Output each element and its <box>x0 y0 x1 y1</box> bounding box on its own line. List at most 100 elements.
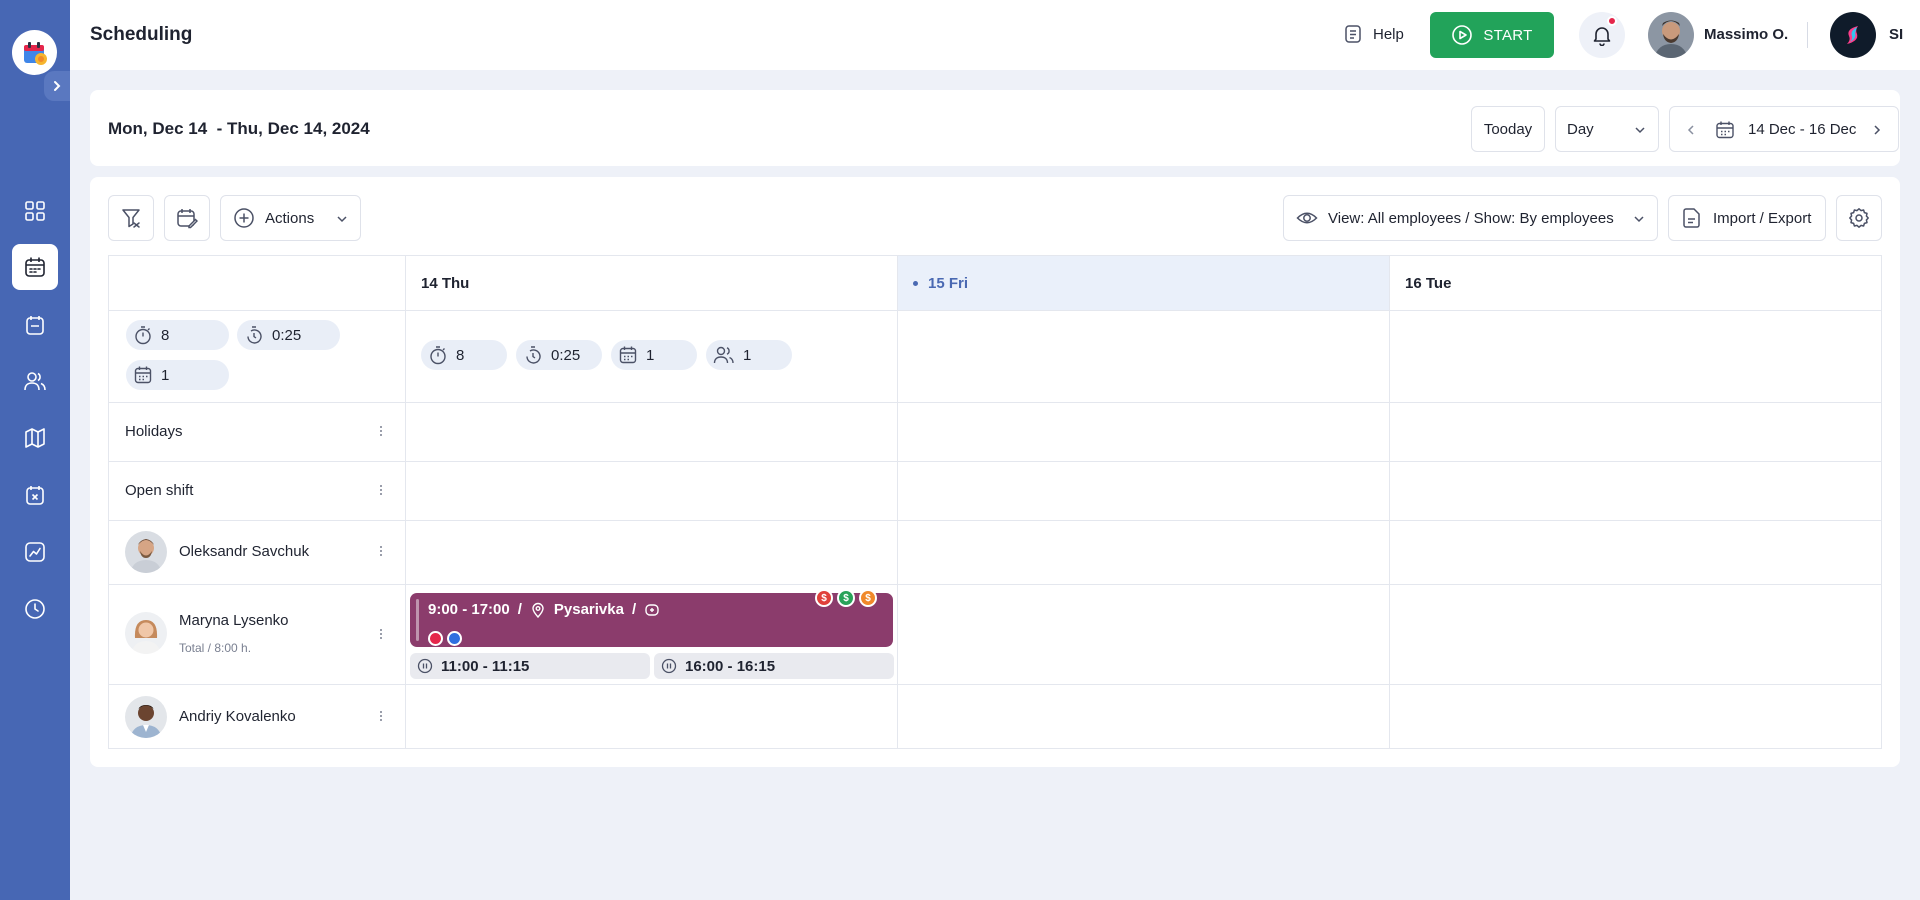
day-hours: 8 <box>456 346 465 364</box>
day-header-15[interactable]: 15 Fri <box>898 256 1389 310</box>
clipboard-icon <box>26 316 44 335</box>
company-initials[interactable]: SI <box>1889 26 1903 43</box>
day-employees-pill: 1 <box>706 340 792 370</box>
open-shift-more-icon[interactable] <box>379 483 383 497</box>
holidays-more-icon[interactable] <box>379 424 383 438</box>
pay-icon-green: $ <box>837 589 855 607</box>
today-button[interactable]: Tooday <box>1471 106 1545 152</box>
schedule-grid: 14 Thu 15 Fri 16 Tue 8 0:25 1 8 0:25 1 1… <box>108 255 1882 749</box>
actions-label: Actions <box>265 209 315 227</box>
employee-name[interactable]: Andriy Kovalenko <box>179 708 296 725</box>
day-shifts: 1 <box>646 346 655 364</box>
employee-name[interactable]: Maryna Lysenko <box>179 612 289 629</box>
open-shift-row-label: Open shift <box>125 482 194 499</box>
chevron-down-icon <box>337 216 347 223</box>
help-label: Help <box>1373 25 1404 43</box>
chevron-down-icon <box>1635 127 1645 134</box>
filter-button[interactable] <box>108 195 154 241</box>
shift-separator: / <box>631 601 637 618</box>
sidebar-expand-button[interactable] <box>44 71 70 101</box>
day-label: 16 Tue <box>1405 274 1452 292</box>
pause-circle-icon <box>417 658 433 674</box>
employee-more-icon[interactable] <box>379 709 383 723</box>
help-link[interactable]: Help <box>1343 24 1404 44</box>
total-shifts-pill: 1 <box>126 360 229 390</box>
actions-dropdown[interactable]: Actions <box>220 195 361 241</box>
sidebar-item-dashboard[interactable] <box>12 188 58 234</box>
sidebar-item-absences[interactable] <box>12 472 58 518</box>
edit-schedule-button[interactable] <box>164 195 210 241</box>
employee-photo-icon <box>125 531 167 573</box>
shift-summary: 9:00 - 17:00 / Pysarivka / <box>428 601 660 618</box>
day-employees: 1 <box>743 346 752 364</box>
pay-icon-red: $ <box>815 589 833 607</box>
calendar-icon <box>134 366 152 384</box>
app-logo[interactable] <box>12 30 57 75</box>
employee-photo-icon <box>125 696 167 738</box>
shift-block[interactable]: 9:00 - 17:00 / Pysarivka / $ $ $ <box>410 589 893 647</box>
chevron-left-icon[interactable] <box>1686 124 1696 136</box>
total-hours: 8 <box>161 326 170 344</box>
employee-name[interactable]: Oleksandr Savchuk <box>179 543 309 560</box>
day-hours-pill: 8 <box>421 340 507 370</box>
employee-photo-icon <box>125 612 167 654</box>
calendar-edit-icon <box>177 209 198 229</box>
employee-more-icon[interactable] <box>379 544 383 558</box>
sidebar-item-employees[interactable] <box>12 358 58 404</box>
employee-more-icon[interactable] <box>379 627 383 641</box>
date-range-label: Mon, Dec 14 - Thu, Dec 14, 2024 <box>108 119 370 138</box>
stopwatch-icon <box>430 346 446 365</box>
sidebar-item-scheduling[interactable] <box>12 244 58 290</box>
user-name[interactable]: Massimo O. <box>1704 26 1788 43</box>
sidebar <box>0 0 70 900</box>
day-label: 15 Fri <box>928 274 969 292</box>
avatar[interactable] <box>125 696 167 738</box>
sidebar-item-locations[interactable] <box>12 415 58 461</box>
period-navigator: 14 Dec - 16 Dec <box>1669 106 1899 152</box>
chevron-right-icon[interactable] <box>1872 124 1882 136</box>
calendar-icon <box>1716 121 1734 139</box>
shift-separator: / <box>517 601 522 618</box>
import-export-button[interactable]: Import / Export <box>1668 195 1826 241</box>
calendar-x-icon <box>26 486 44 505</box>
notifications-button[interactable] <box>1579 12 1625 58</box>
view-filter-dropdown[interactable]: View: All employees / Show: By employees <box>1283 195 1658 241</box>
start-button[interactable]: START <box>1430 12 1554 58</box>
shift-time: 9:00 - 17:00 <box>428 601 510 618</box>
sidebar-item-reports[interactable] <box>12 529 58 575</box>
total-shifts: 1 <box>161 366 170 384</box>
break-timer-icon <box>526 346 541 364</box>
break-block[interactable]: 11:00 - 11:15 <box>410 653 650 679</box>
day-breaks-pill: 0:25 <box>516 340 602 370</box>
company-logo[interactable] <box>1830 12 1876 58</box>
pause-circle-icon <box>661 658 677 674</box>
break-block[interactable]: 16:00 - 16:15 <box>654 653 894 679</box>
period-label[interactable]: 14 Dec - 16 Dec <box>1748 121 1856 138</box>
import-export-label: Import / Export <box>1713 209 1812 227</box>
break-timer-icon <box>247 326 262 344</box>
shift-location: Pysarivka <box>553 601 624 618</box>
sidebar-item-time-tracking[interactable] <box>12 586 58 632</box>
header-divider <box>1807 22 1808 48</box>
users-icon <box>713 346 734 364</box>
day-header-14[interactable]: 14 Thu <box>406 256 897 310</box>
view-mode-select[interactable]: Day <box>1555 106 1659 152</box>
chevron-down-icon <box>1634 216 1644 223</box>
pay-icon-orange: $ <box>859 589 877 607</box>
day-header-16[interactable]: 16 Tue <box>1390 256 1882 310</box>
bell-icon <box>1593 27 1611 46</box>
settings-button[interactable] <box>1836 195 1882 241</box>
sidebar-item-tasks[interactable] <box>12 302 58 348</box>
clock-icon <box>25 599 45 619</box>
tag-dot-red <box>428 631 443 646</box>
page-title: Scheduling <box>90 24 193 45</box>
avatar[interactable] <box>125 531 167 573</box>
location-pin-icon <box>532 602 544 618</box>
total-breaks-pill: 0:25 <box>237 320 340 350</box>
file-icon <box>1683 208 1700 228</box>
user-avatar[interactable] <box>1648 12 1694 58</box>
employee-total-hours: Total / 8:00 h. <box>179 641 252 655</box>
avatar[interactable] <box>125 612 167 654</box>
chart-icon <box>25 542 45 562</box>
gear-icon <box>1849 208 1869 228</box>
